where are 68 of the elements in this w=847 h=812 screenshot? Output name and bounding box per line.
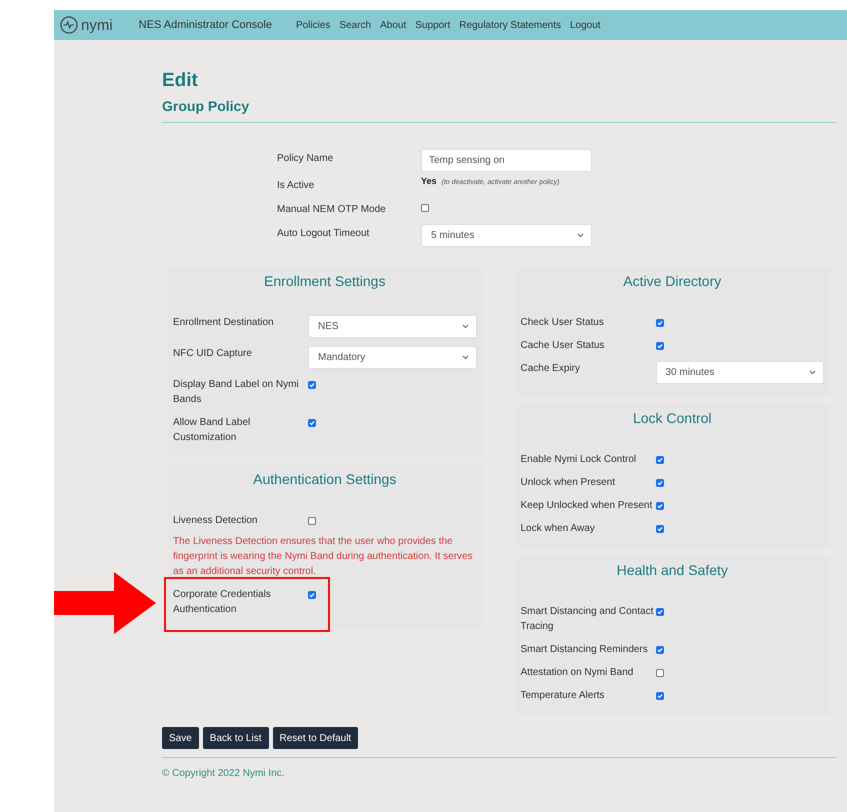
checkbox[interactable] <box>656 692 664 700</box>
checkbox[interactable] <box>656 525 664 533</box>
dropdown[interactable]: 5 minutes <box>421 224 592 247</box>
brand-logo[interactable]: nymi <box>60 16 113 34</box>
nav-link[interactable]: Search <box>339 20 372 30</box>
checkbox[interactable] <box>308 517 316 525</box>
dropdown-caret-icon <box>462 324 468 329</box>
setting-label: Corporate Credentials Authentication <box>173 588 272 617</box>
field-label: Manual NEM OTP Mode <box>277 203 387 215</box>
warning-text: The Liveness Detection ensures that the user who provides the fingerprint is wearing the Nymi Band during authentication. It serves as an additional security control. <box>173 535 474 579</box>
setting-label: Display Band Label on Nymi Bands <box>173 378 300 407</box>
checkbox[interactable] <box>656 342 664 350</box>
action-button[interactable]: Reset to Default <box>272 727 358 749</box>
setting-label: Attestation on Nymi Band <box>520 666 634 680</box>
panel-title: Lock Control <box>632 410 713 426</box>
checkbox[interactable] <box>308 419 316 427</box>
page-subtitle: Group Policy <box>162 98 250 114</box>
copyright-text: © Copyright 2022 Nymi Inc. <box>162 768 286 779</box>
checkbox[interactable] <box>421 204 429 212</box>
checkbox[interactable] <box>308 381 316 389</box>
nav-link[interactable]: About <box>380 20 406 30</box>
dropdown-caret-icon <box>577 233 584 238</box>
checkbox[interactable] <box>656 479 664 487</box>
checkbox[interactable] <box>656 669 664 677</box>
setting-label: Lock when Away <box>520 522 596 536</box>
setting-label: Unlock when Present <box>520 476 616 490</box>
setting-label: Cache User Status <box>520 339 606 353</box>
app-title: NES Administrator Console <box>138 19 272 31</box>
policy-name-input[interactable]: Temp sensing on <box>421 149 592 172</box>
pulse-logo-icon <box>60 16 78 34</box>
nav-link[interactable]: Support <box>415 20 450 30</box>
panel-title: Authentication Settings <box>252 471 398 487</box>
setting-label: NFC UID Capture <box>173 347 253 361</box>
nav-link[interactable]: Policies <box>296 20 330 30</box>
setting-label: Keep Unlocked when Present <box>520 499 654 513</box>
nav-link[interactable]: Regulatory Statements <box>459 20 561 30</box>
setting-label: Enrollment Destination <box>173 316 275 330</box>
setting-label: Temperature Alerts <box>520 689 606 703</box>
dropdown[interactable]: 30 minutes <box>656 361 824 384</box>
checkbox[interactable] <box>656 646 664 654</box>
checkbox[interactable] <box>308 591 316 599</box>
panel-title: Health and Safety <box>616 562 729 578</box>
brand-name: nymi <box>81 16 113 34</box>
panel-title: Active Directory <box>622 273 722 289</box>
page-title: Edit <box>162 70 199 92</box>
action-button[interactable]: Back to List <box>202 727 268 749</box>
dropdown-caret-icon <box>462 355 468 360</box>
dropdown[interactable]: NES <box>308 315 476 338</box>
panel-title: Enrollment Settings <box>263 273 386 289</box>
field-label: Auto Logout Timeout <box>277 227 370 239</box>
action-button[interactable]: Save <box>162 727 199 749</box>
setting-label: Cache Expiry <box>520 362 581 376</box>
checkbox[interactable] <box>656 456 664 464</box>
status-value: Yes <box>421 176 437 186</box>
setting-label: Liveness Detection <box>173 514 258 528</box>
dropdown[interactable]: Mandatory <box>308 346 476 369</box>
field-label: Is Active <box>277 179 316 191</box>
setting-label: Enable Nymi Lock Control <box>520 453 638 467</box>
checkbox[interactable] <box>656 502 664 510</box>
setting-label: Allow Band Label Customization <box>173 416 252 445</box>
setting-label: Smart Distancing Reminders <box>520 643 649 657</box>
setting-label: Smart Distancing and Contact Tracing <box>520 605 654 634</box>
checkbox[interactable] <box>656 319 664 327</box>
checkbox[interactable] <box>656 608 664 616</box>
nav-link[interactable]: Logout <box>570 20 601 30</box>
setting-label: Check User Status <box>520 316 605 330</box>
field-label: Policy Name <box>277 152 334 164</box>
dropdown-caret-icon <box>809 370 816 375</box>
